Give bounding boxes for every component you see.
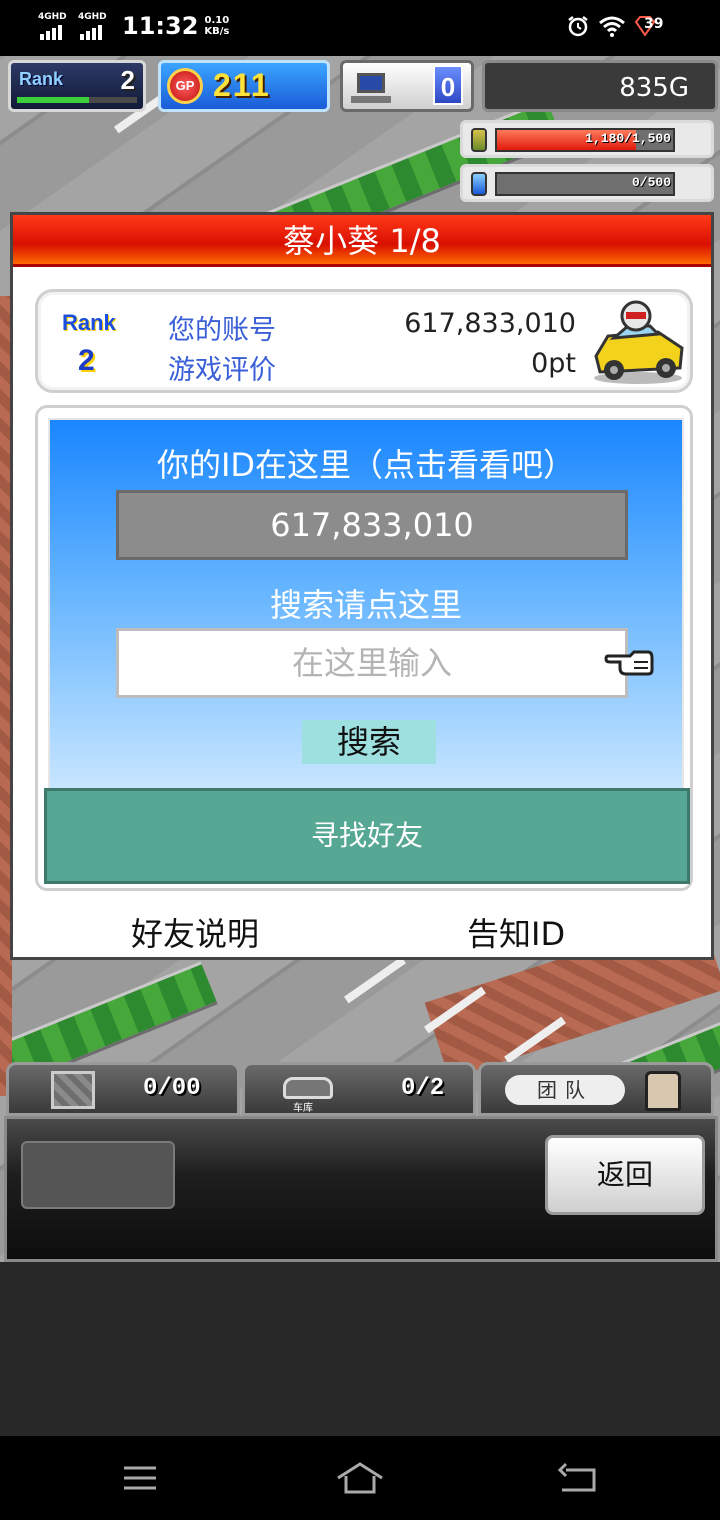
back-button[interactable]: 返回 <box>545 1135 705 1215</box>
pointing-hand-icon <box>604 650 654 676</box>
status-bar: 4GHD 4GHD 11:32 0.10 KB/s 39 <box>0 0 720 56</box>
crate-icon <box>51 1071 95 1109</box>
bottle-icon <box>471 172 487 196</box>
menu-icon[interactable] <box>110 1456 170 1500</box>
garage-count: 0/00 <box>143 1075 201 1102</box>
signal-icon: 4GHD <box>38 12 72 40</box>
home-icon[interactable] <box>330 1456 390 1500</box>
computer-count: 0 <box>433 65 463 105</box>
coin-stack-icon <box>471 128 487 152</box>
gp-value: 211 <box>213 67 271 103</box>
resource1-text: 1,180/1,500 <box>585 131 671 146</box>
empty-area <box>0 1262 720 1436</box>
my-id-display[interactable]: 617,833,010 <box>116 490 628 560</box>
network-speed: 0.10 KB/s <box>204 15 229 37</box>
resource2-text: 0/500 <box>631 175 671 190</box>
status-left: 4GHD 4GHD 11:32 0.10 KB/s <box>38 12 229 40</box>
rating-value: 0pt <box>531 348 576 379</box>
friend-id-input[interactable]: 在这里输入 <box>116 628 628 698</box>
account-rank-value: 2 <box>78 344 95 377</box>
search-button[interactable]: 搜索 <box>302 720 436 764</box>
rank-value: 2 <box>120 65 135 95</box>
alarm-icon <box>568 16 588 37</box>
wifi-icon <box>599 16 625 37</box>
find-friend-button[interactable]: 寻找好友 <box>44 788 690 884</box>
resource-bar-water: 0/500 <box>460 164 714 202</box>
account-value: 617,833,010 <box>404 308 576 339</box>
friend-help-link[interactable]: 好友说明 <box>131 909 259 955</box>
resource-bar-fuel: 1,180/1,500 <box>460 120 714 158</box>
computer-counter[interactable]: 0 <box>340 60 474 112</box>
money-display: 835G <box>482 60 718 112</box>
rank-badge: Rank 2 <box>8 60 146 112</box>
id-hint: 你的ID在这里（点击看看吧） <box>156 446 576 484</box>
battery-level: 39 <box>644 16 664 32</box>
account-rank-label: Rank <box>62 310 116 335</box>
computer-icon <box>351 71 391 103</box>
speed-unit: KB/s <box>204 26 230 37</box>
rank-label: Rank <box>19 69 64 89</box>
id-search-area: 你的ID在这里（点击看看吧） 617,833,010 搜索请点这里 在这里输入 … <box>48 418 684 792</box>
back-icon[interactable] <box>550 1456 610 1500</box>
signal-label: 4GHD <box>78 12 107 22</box>
garage-label: 车库 <box>293 1103 313 1114</box>
car-count: 0/2 <box>401 1075 445 1102</box>
search-hint: 搜索请点这里 <box>269 586 462 624</box>
team-tab[interactable]: 团队 <box>478 1062 714 1116</box>
signal-icon: 4GHD <box>78 12 112 40</box>
garage-car-icon: 车库 <box>279 1071 337 1114</box>
car-tab[interactable]: 车库 0/2 <box>242 1062 476 1116</box>
signal-label: 4GHD <box>38 12 67 22</box>
rank-progress-bar <box>17 97 137 103</box>
staff-avatar-icon <box>645 1071 681 1111</box>
notify-id-link[interactable]: 告知ID <box>467 909 565 955</box>
id-panel: 你的ID在这里（点击看看吧） 617,833,010 搜索请点这里 在这里输入 … <box>35 405 693 891</box>
garage-tab[interactable]: 0/00 <box>6 1062 240 1116</box>
rating-label: 游戏评价 <box>168 355 276 386</box>
empty-slot <box>21 1141 175 1209</box>
account-card: Rank 2 您的账号 游戏评价 617,833,010 0pt <box>35 289 693 393</box>
gp-coin-icon: GP <box>167 68 203 104</box>
dialog-title: 蔡小葵 1/8 <box>13 215 711 267</box>
account-label: 您的账号 <box>168 315 276 346</box>
money-value: 835G <box>619 73 689 103</box>
clock: 11:32 <box>122 12 199 40</box>
bottom-panel: 返回 <box>4 1116 718 1262</box>
navigation-bar <box>0 1436 720 1520</box>
status-right: 39 <box>566 14 664 38</box>
battery-indicator: 39 <box>634 15 664 37</box>
gp-counter[interactable]: GP 211 <box>158 60 330 112</box>
rank-progress-fill <box>17 97 89 103</box>
team-label: 团队 <box>505 1075 625 1105</box>
race-car-icon <box>594 300 684 384</box>
speed-value: 0.10 <box>204 15 230 26</box>
friend-dialog: 蔡小葵 1/8 Rank 2 您的账号 游戏评价 617,833,010 0pt… <box>10 212 714 960</box>
